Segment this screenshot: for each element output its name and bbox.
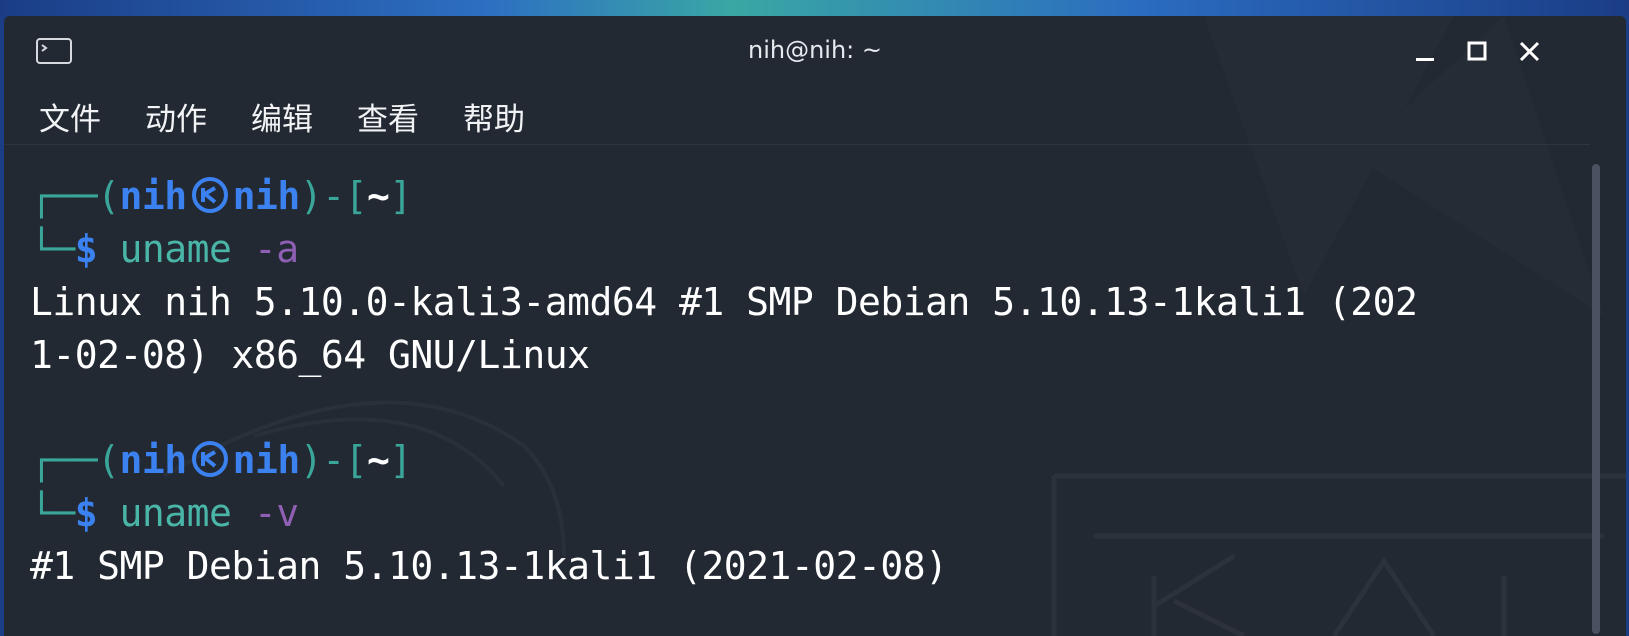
title-bar[interactable]: nih@nih: ~ bbox=[4, 16, 1626, 84]
scrollbar[interactable] bbox=[1592, 164, 1602, 634]
menu-action[interactable]: 动作 bbox=[145, 94, 207, 139]
menu-file[interactable]: 文件 bbox=[39, 94, 101, 139]
window-title: nih@nih: ~ bbox=[747, 36, 882, 64]
prompt-host: nih bbox=[232, 174, 301, 218]
command-text: uname bbox=[119, 491, 232, 535]
minimize-icon[interactable] bbox=[1412, 38, 1440, 66]
command-option: -a bbox=[253, 227, 299, 271]
maximize-icon[interactable] bbox=[1464, 38, 1492, 66]
kali-skull-icon bbox=[191, 441, 228, 477]
close-icon[interactable] bbox=[1516, 38, 1544, 66]
prompt-line-2-top: ┌──(nih nih)-[~] bbox=[30, 438, 412, 482]
prompt-line-2-cmd: └─$ uname -v bbox=[30, 491, 299, 535]
menu-edit[interactable]: 编辑 bbox=[251, 94, 313, 139]
prompt-host: nih bbox=[232, 438, 301, 482]
menu-separator bbox=[4, 144, 1590, 145]
prompt-user: nih bbox=[119, 438, 188, 482]
terminal-window: nih@nih: ~ 文件 动作 编辑 查看 帮助 ┌──(nih nih)-[~… bbox=[4, 16, 1626, 636]
menu-bar: 文件 动作 编辑 查看 帮助 bbox=[4, 94, 1626, 138]
output-line: 1-02-08) x86_64 GNU/Linux bbox=[30, 333, 590, 377]
menu-help[interactable]: 帮助 bbox=[463, 94, 525, 139]
prompt-line-1-top: ┌──(nih nih)-[~] bbox=[30, 174, 412, 218]
output-line: Linux nih 5.10.0-kali3-amd64 #1 SMP Debi… bbox=[30, 280, 1418, 324]
command-option: -v bbox=[253, 491, 299, 535]
prompt-user: nih bbox=[119, 174, 188, 218]
prompt-dir: ~ bbox=[366, 174, 390, 218]
terminal-output[interactable]: ┌──(nih nih)-[~] └─$ uname -a Linux nih 5… bbox=[30, 158, 1590, 628]
prompt-dir: ~ bbox=[366, 438, 390, 482]
prompt-line-1-cmd: └─$ uname -a bbox=[30, 227, 299, 271]
kali-skull-icon bbox=[191, 177, 228, 213]
scrollbar-thumb[interactable] bbox=[1592, 164, 1600, 634]
command-text: uname bbox=[119, 227, 232, 271]
output-line: #1 SMP Debian 5.10.13-1kali1 (2021-02-08… bbox=[30, 544, 948, 588]
menu-view[interactable]: 查看 bbox=[357, 94, 419, 139]
